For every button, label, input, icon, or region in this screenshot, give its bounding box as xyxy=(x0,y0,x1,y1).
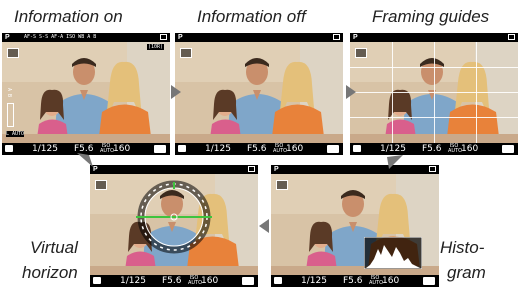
info-top-line: AF-S S-S AF-A ISO WB A B xyxy=(24,34,97,40)
iso-value: 160 xyxy=(286,144,304,154)
caption-information-on: Information on xyxy=(14,7,123,26)
iso: ISO AUTO160 xyxy=(448,143,478,155)
top-info-bar: P AF-S S-S AF-A ISO WB A B xyxy=(2,33,170,42)
grid-line xyxy=(350,67,518,68)
aperture: F5.6 xyxy=(422,144,442,154)
histogram-graph xyxy=(364,237,422,269)
exposure-meter xyxy=(7,103,14,127)
bottom-info-bar: 1/125 F5.6 ISO AUTO160 xyxy=(271,275,439,287)
shutter-speed: 1/125 xyxy=(32,144,58,154)
info-second-line: (10R) xyxy=(146,44,164,50)
shooting-mode: P xyxy=(5,34,10,41)
caption-histogram-line2: gram xyxy=(447,263,486,282)
aperture: F5.6 xyxy=(162,276,182,286)
shooting-mode: P xyxy=(353,34,358,41)
arrow-right-icon xyxy=(171,85,181,99)
iso: ISO AUTO160 xyxy=(273,143,303,155)
iso-label: ISO AUTO xyxy=(369,274,384,286)
screen-histogram: P 1/125 F5.6 ISO AUTO160 xyxy=(271,165,439,287)
white-balance-icon xyxy=(276,180,288,190)
virtual-horizon-gauge xyxy=(136,180,212,254)
live-view-icon xyxy=(423,277,435,285)
arrow-left-icon xyxy=(259,219,269,233)
top-info-bar: P xyxy=(90,165,258,174)
bottom-info-bar: 1/125 F5.6 ISO AUTO160 xyxy=(175,143,343,155)
white-balance-icon xyxy=(355,48,367,58)
family-photo xyxy=(2,42,170,145)
memory-card-icon xyxy=(508,34,515,40)
white-balance-icon xyxy=(7,48,19,58)
arrow-up-left-icon xyxy=(77,153,93,167)
memory-card-icon xyxy=(333,34,340,40)
camera-icon xyxy=(178,145,186,152)
camera-icon xyxy=(93,277,101,284)
white-balance-icon xyxy=(95,180,107,190)
top-info-bar: P xyxy=(271,165,439,174)
screen-information-on: P AF-S S-S AF-A ISO WB A B (10R) A B L A… xyxy=(2,33,170,155)
live-view-icon xyxy=(502,145,514,153)
shooting-mode: P xyxy=(274,166,279,173)
arrow-right-icon xyxy=(346,85,356,99)
arrow-down-left-icon xyxy=(387,155,403,169)
caption-virtual-horizon-line1: Virtual xyxy=(30,238,78,257)
live-view-icon xyxy=(242,277,254,285)
screen-framing-guides: P 1/125 F5.6 ISO AUTO160 xyxy=(350,33,518,155)
iso-label: ISO AUTO xyxy=(100,142,115,154)
iso-value: 160 xyxy=(382,276,400,286)
aperture: F5.6 xyxy=(343,276,363,286)
aperture: F5.6 xyxy=(247,144,267,154)
iso-label: ISO AUTO xyxy=(188,274,203,286)
caption-histogram-line1: Histo- xyxy=(440,238,485,257)
live-view-icon xyxy=(327,145,339,153)
shutter-speed: 1/125 xyxy=(301,276,327,286)
bottom-info-bar: 1/125 F5.6 ISO AUTO160 xyxy=(90,275,258,287)
camera-icon xyxy=(353,145,361,152)
iso-value: 160 xyxy=(201,276,219,286)
caption-virtual-horizon-line2: horizon xyxy=(22,263,78,282)
live-view-icon xyxy=(154,145,166,153)
info-left-column: A B xyxy=(6,88,12,98)
caption-framing-guides: Framing guides xyxy=(372,7,490,26)
iso-value: 160 xyxy=(461,144,479,154)
shooting-mode: P xyxy=(178,34,183,41)
info-bottom-left: L AUTO xyxy=(6,131,25,137)
memory-card-icon xyxy=(160,34,167,40)
iso: ISO AUTO160 xyxy=(188,275,218,287)
iso-label: ISO AUTO xyxy=(448,142,463,154)
iso: ISO AUTO160 xyxy=(369,275,399,287)
caption-information-off: Information off xyxy=(197,7,306,26)
iso-value: 160 xyxy=(113,144,131,154)
top-info-bar: P xyxy=(175,33,343,42)
iso: ISO AUTO160 xyxy=(100,143,130,155)
iso-label: ISO AUTO xyxy=(273,142,288,154)
screen-virtual-horizon: P 1/125 F5.6 ISO AUTO160 xyxy=(90,165,258,287)
family-photo xyxy=(175,42,343,145)
bottom-info-bar: 1/125 F5.6 ISO AUTO160 xyxy=(350,143,518,155)
shutter-speed: 1/125 xyxy=(120,276,146,286)
grid-line xyxy=(350,117,518,118)
white-balance-icon xyxy=(180,48,192,58)
memory-card-icon xyxy=(248,166,255,172)
camera-icon xyxy=(274,277,282,284)
shutter-speed: 1/125 xyxy=(205,144,231,154)
memory-card-icon xyxy=(429,166,436,172)
top-info-bar: P xyxy=(350,33,518,42)
grid-line xyxy=(350,92,518,93)
screen-information-off: P 1/125 F5.6 ISO AUTO160 xyxy=(175,33,343,155)
camera-icon xyxy=(5,145,13,152)
